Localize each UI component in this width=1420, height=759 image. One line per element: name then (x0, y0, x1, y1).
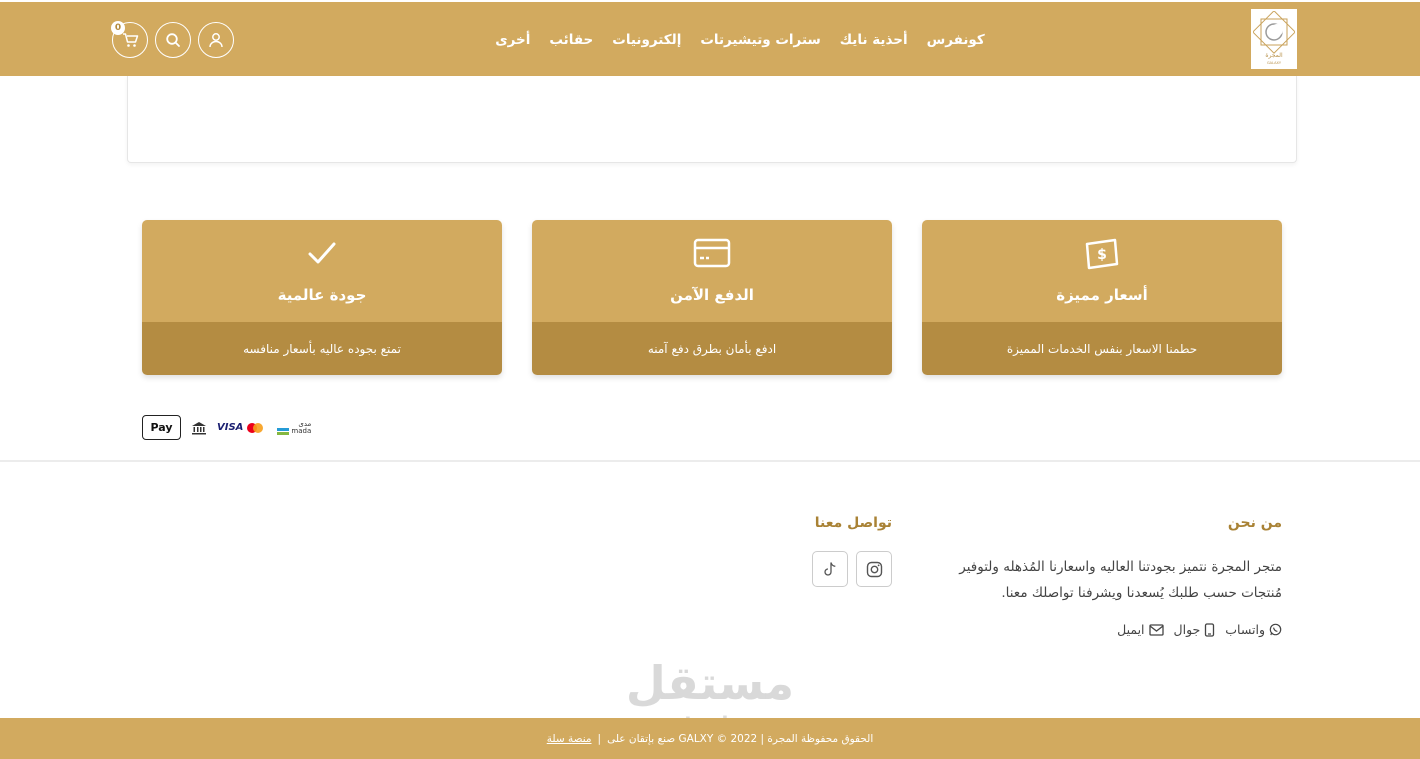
feature-description: تمتع بجوده عاليه بأسعار منافسه (142, 322, 502, 375)
copyright-bar: الحقوق محفوظة المجرة | GALXY © 2022 صنع … (0, 718, 1420, 759)
site-header: المجرة GALAXY كونفرس أحذية نايك سترات وت… (0, 0, 1420, 76)
feature-title: الدفع الآمن (670, 286, 754, 304)
copyright-text: الحقوق محفوظة المجرة | GALXY © 2022 صنع … (607, 732, 874, 745)
footer-divider (0, 460, 1420, 462)
feature-card-secure-payment: الدفع الآمن ادفع بأمان بطرق دفع آمنه (532, 220, 892, 375)
payment-methods: Pay VISA مدى mada (142, 415, 311, 440)
instagram-icon (866, 561, 882, 577)
nav-item-jackets-tshirts[interactable]: سترات وتيشيرتات (700, 32, 820, 48)
whatsapp-icon (1269, 623, 1282, 636)
nav-item-nike-shoes[interactable]: أحذية نايك (840, 32, 908, 48)
feature-description: ادفع بأمان بطرق دفع آمنه (532, 322, 892, 375)
nav-item-bags[interactable]: حقائب (549, 32, 593, 48)
visa-icon: VISA (217, 422, 244, 433)
cart-icon (122, 33, 138, 47)
applepay-icon: Pay (142, 415, 181, 440)
feature-description: حطمنا الاسعار بنفس الخدمات المميزة (922, 322, 1282, 375)
mastercard-icon (247, 422, 264, 433)
mobile-icon (1205, 622, 1215, 637)
contact-links: واتساب جوال ايميل (1100, 622, 1282, 637)
money-icon: $ (1085, 238, 1119, 270)
store-logo[interactable]: المجرة GALAXY (1251, 9, 1297, 69)
account-button[interactable] (198, 22, 234, 58)
search-button[interactable] (155, 22, 191, 58)
feature-card-quality: جودة عالمية تمتع بجوده عاليه بأسعار مناف… (142, 220, 502, 375)
feature-title: جودة عالمية (277, 286, 367, 304)
tiktok-link[interactable] (812, 551, 848, 587)
email-link[interactable]: ايميل (1117, 622, 1164, 637)
checkmark-icon (308, 242, 336, 264)
tiktok-icon (824, 561, 836, 576)
nav-item-converse[interactable]: كونفرس (927, 32, 985, 48)
copyright-separator: | (597, 732, 602, 745)
instagram-link[interactable] (856, 551, 892, 587)
about-text: متجر المجرة نتميز بجودتنا العاليه واسعار… (959, 559, 1282, 601)
user-icon (209, 33, 223, 48)
about-title: من نحن (1227, 515, 1282, 531)
svg-text:$: $ (1097, 247, 1107, 263)
logo-subtext: GALAXY (1267, 61, 1282, 65)
content-card (127, 76, 1297, 163)
contact-us-title: تواصل معنا (814, 515, 892, 531)
logo-text: المجرة (1265, 52, 1283, 59)
nav-item-electronics[interactable]: إلكترونيات (612, 32, 681, 48)
credit-card-icon (693, 238, 731, 268)
cart-count-badge: 0 (111, 21, 125, 35)
bank-transfer-icon (192, 421, 206, 434)
whatsapp-link[interactable]: واتساب (1225, 622, 1282, 637)
mada-icon: مدى mada (277, 420, 311, 435)
search-icon (166, 33, 180, 47)
nav-item-other[interactable]: أخرى (495, 32, 530, 48)
envelope-icon (1148, 623, 1164, 636)
watermark-logo: مستقل (625, 656, 795, 710)
salla-platform-link[interactable]: منصة سلة (547, 733, 592, 745)
feature-title: أسعار مميزة (1056, 286, 1148, 304)
phone-link[interactable]: جوال (1174, 622, 1216, 637)
main-nav: كونفرس أحذية نايك سترات وتيشيرتات إلكترو… (495, 2, 985, 78)
cart-button[interactable]: 0 (111, 21, 148, 58)
feature-card-prices: $ أسعار مميزة حطمنا الاسعار بنفس الخدمات… (922, 220, 1282, 375)
